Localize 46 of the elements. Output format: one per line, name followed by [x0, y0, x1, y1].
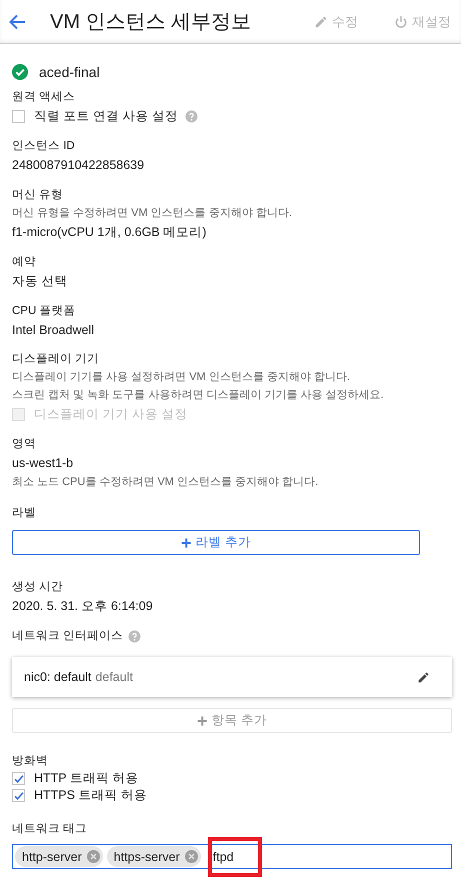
section-label: 머신 유형	[12, 188, 64, 203]
field-value: Intel Broadwell	[12, 322, 95, 339]
power-icon	[394, 14, 408, 28]
remove-icon[interactable]	[184, 850, 198, 863]
help-icon[interactable]	[184, 110, 198, 122]
back-arrow-icon[interactable]	[8, 14, 26, 30]
page-title: VM 인스턴스 세부정보	[50, 10, 252, 35]
tags-field[interactable]: http-server https-server ftpd	[12, 844, 452, 869]
field-value: f1-micro(vCPU 1개, 0.6GB 메모리)	[12, 224, 208, 241]
section-label: 원격 액세스	[12, 90, 76, 105]
tag-text: http-server	[22, 850, 82, 864]
field-value: 2020. 5. 31. 오후 6:14:09	[12, 598, 154, 615]
section-label: 디스플레이 기기	[12, 352, 100, 367]
section-label: 영역	[12, 437, 37, 452]
field-value: 자동 선택	[12, 273, 68, 290]
checkbox-label: 디스플레이 기기 사용 설정	[34, 406, 188, 422]
section-label: 방화벽	[12, 754, 49, 769]
field-value: 2480087910422858639	[12, 157, 146, 174]
field-value: us-west1-b	[12, 455, 74, 472]
interface-name: nic0: default	[24, 670, 92, 684]
section-label: 라벨	[12, 506, 37, 521]
help-icon[interactable]	[128, 630, 142, 643]
checkbox[interactable]	[12, 110, 25, 122]
tag-input-text: ftpd	[212, 850, 234, 864]
hint-text: 디스플레이 기기를 사용 설정하려면 VM 인스턴스를 중지해야 합니다.	[12, 370, 351, 385]
tag-text: https-server	[114, 850, 180, 864]
section-label: 인스턴스 ID	[12, 139, 76, 154]
checkbox[interactable]	[12, 789, 25, 802]
pencil-icon	[314, 14, 328, 28]
section-label: CPU 플랫폼	[12, 304, 76, 319]
section-label: 예약	[12, 255, 37, 270]
checkbox-label: HTTP 트래픽 허용	[34, 770, 138, 787]
checkbox-label: HTTPS 트래픽 허용	[34, 787, 147, 804]
instance-name: aced-final	[39, 64, 100, 80]
network-name: default	[95, 670, 133, 684]
section-label: 네트워크 인터페이스	[12, 629, 124, 644]
add-label-button[interactable]: + 라벨 추가	[12, 530, 420, 555]
edit-icon[interactable]	[417, 670, 430, 684]
hint-text: 스크린 캡처 및 녹화 도구를 사용하려면 디스플레이 기기를 사용 설정하세요.	[12, 388, 385, 403]
hint-text: 머신 유형을 수정하려면 VM 인스턴스를 중지해야 합니다.	[12, 206, 293, 221]
section-label: 생성 시간	[12, 580, 64, 595]
hint-text: 최소 노드 CPU를 수정하려면 VM 인스턴스를 중지해야 합니다.	[12, 475, 320, 490]
checkbox-label: 직렬 포트 연결 사용 설정	[34, 108, 178, 124]
remove-icon[interactable]	[86, 850, 100, 863]
section-label: 네트워크 태그	[12, 822, 88, 837]
checkbox[interactable]	[12, 772, 25, 785]
